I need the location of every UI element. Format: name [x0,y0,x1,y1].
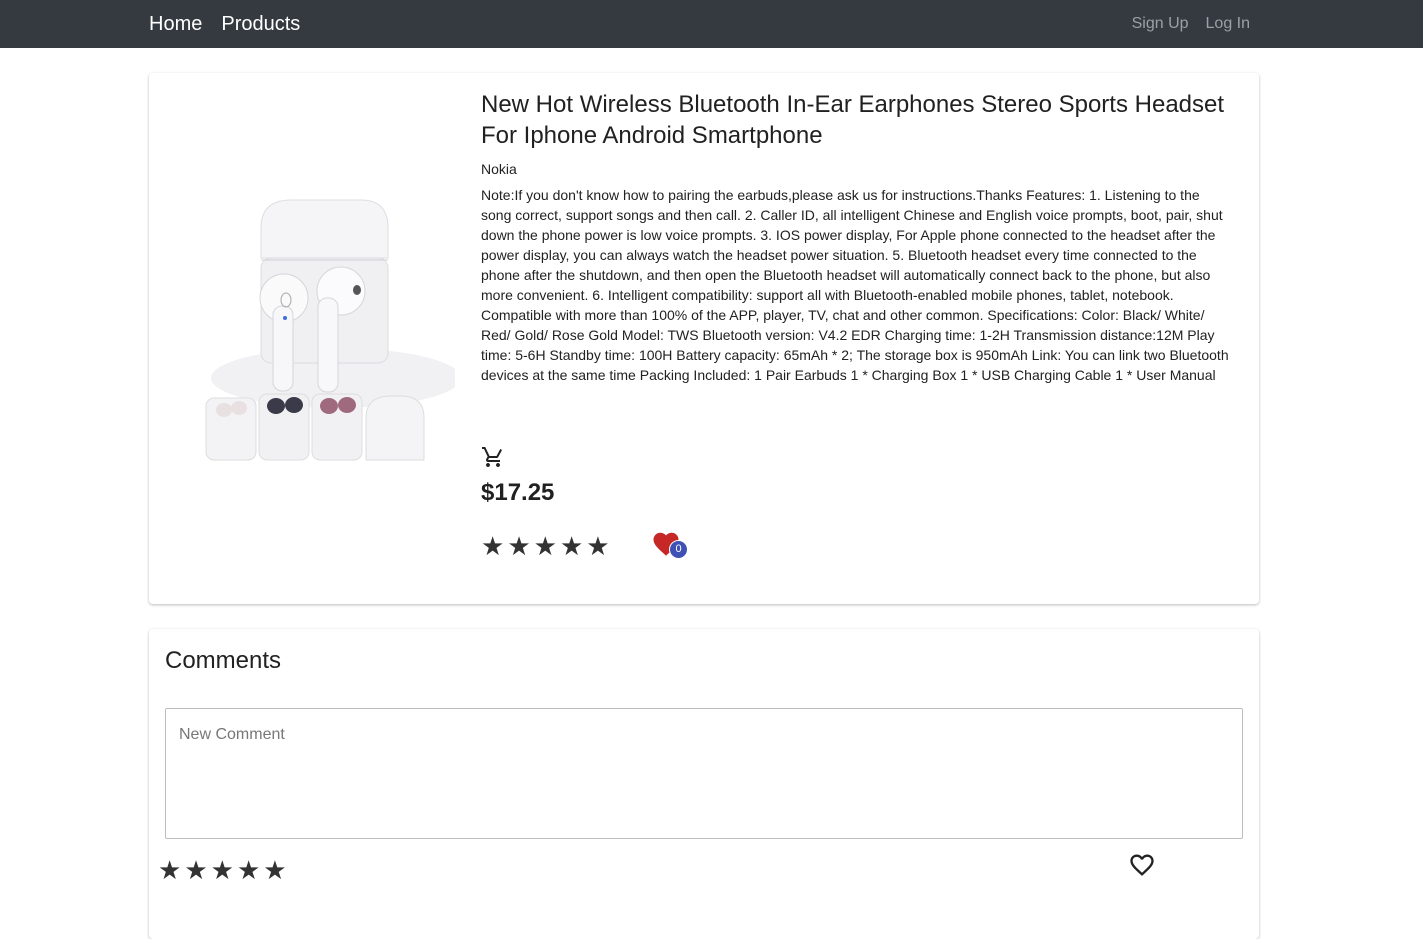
star-icon[interactable]: ★ [211,857,234,883]
shopping-cart-icon[interactable] [481,445,505,469]
nav-login-link[interactable]: Log In [1206,15,1250,33]
heart-outline-icon[interactable] [1128,851,1156,879]
comments-title: Comments [165,647,282,674]
product-description: Note:If you don't know how to pairing th… [481,187,1229,383]
product-price: $17.25 [481,479,555,506]
product-brand: Nokia [481,161,517,177]
star-icon[interactable]: ★ [263,857,286,883]
star-icon[interactable]: ★ [507,533,530,559]
top-navbar: Home Products Sign Up Log In [0,0,1423,48]
star-icon[interactable]: ★ [237,857,260,883]
star-icon[interactable]: ★ [158,857,181,883]
product-image [176,178,461,491]
star-icon[interactable]: ★ [586,533,609,559]
product-card: New Hot Wireless Bluetooth In-Ear Earpho… [149,73,1259,604]
product-rating: ★ ★ ★ ★ ★ [481,533,610,559]
product-title: New Hot Wireless Bluetooth In-Ear Earpho… [481,91,1225,149]
nav-signup-link[interactable]: Sign Up [1132,15,1189,33]
comment-rating: ★ ★ ★ ★ ★ [158,857,287,883]
nav-auth: Sign Up Log In [1132,0,1250,48]
star-icon[interactable]: ★ [534,533,557,559]
star-icon[interactable]: ★ [560,533,583,559]
star-icon[interactable]: ★ [481,533,504,559]
nav-home-link[interactable]: Home [149,14,202,34]
comments-card: Comments ★ ★ ★ ★ ★ [149,629,1259,939]
like-button[interactable]: 0 [649,529,689,563]
new-comment-input[interactable] [165,708,1243,839]
nav-products-link[interactable]: Products [221,14,300,34]
nav-primary: Home Products [149,0,300,48]
like-count-badge: 0 [669,540,688,559]
star-icon[interactable]: ★ [184,857,207,883]
